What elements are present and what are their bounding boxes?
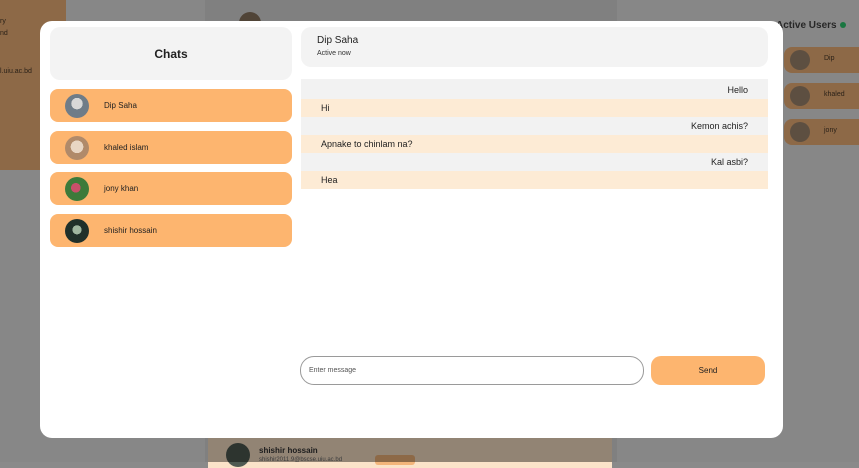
chats-header: Chats [50,27,292,80]
chat-list-item-dip-saha[interactable]: Dip Saha [50,89,292,122]
contact-status: Active now [317,50,351,57]
message-input[interactable] [300,356,644,385]
avatar [65,218,89,243]
chat-list-item-name: shishir hossain [104,226,157,235]
chat-modal: Chats Dip Saha khaled islam jony khan sh… [40,21,783,438]
message-sent: Kemon achis? [301,117,768,135]
chat-list-item-khaled-islam[interactable]: khaled islam [50,131,292,164]
contact-name: Dip Saha [317,35,359,46]
chat-list-item-name: Dip Saha [104,101,137,110]
chat-list-item-jony-khan[interactable]: jony khan [50,172,292,205]
chat-list-item-name: khaled islam [104,143,149,152]
avatar [65,176,89,201]
send-button[interactable]: Send [651,356,765,385]
chat-list-item-name: jony khan [104,184,139,193]
message-list: Hello Hi Kemon achis? Apnake to chinlam … [301,79,768,189]
avatar [65,135,89,160]
message-received: Hi [301,99,768,117]
message-sent: Hello [301,81,768,99]
message-received: Apnake to chinlam na? [301,135,768,153]
chat-list-item-shishir-hossain[interactable]: shishir hossain [50,214,292,247]
avatar [65,93,89,118]
message-received: Hea [301,171,768,189]
conversation-header: Dip Saha Active now [301,27,768,67]
message-sent: Kal asbi? [301,153,768,171]
